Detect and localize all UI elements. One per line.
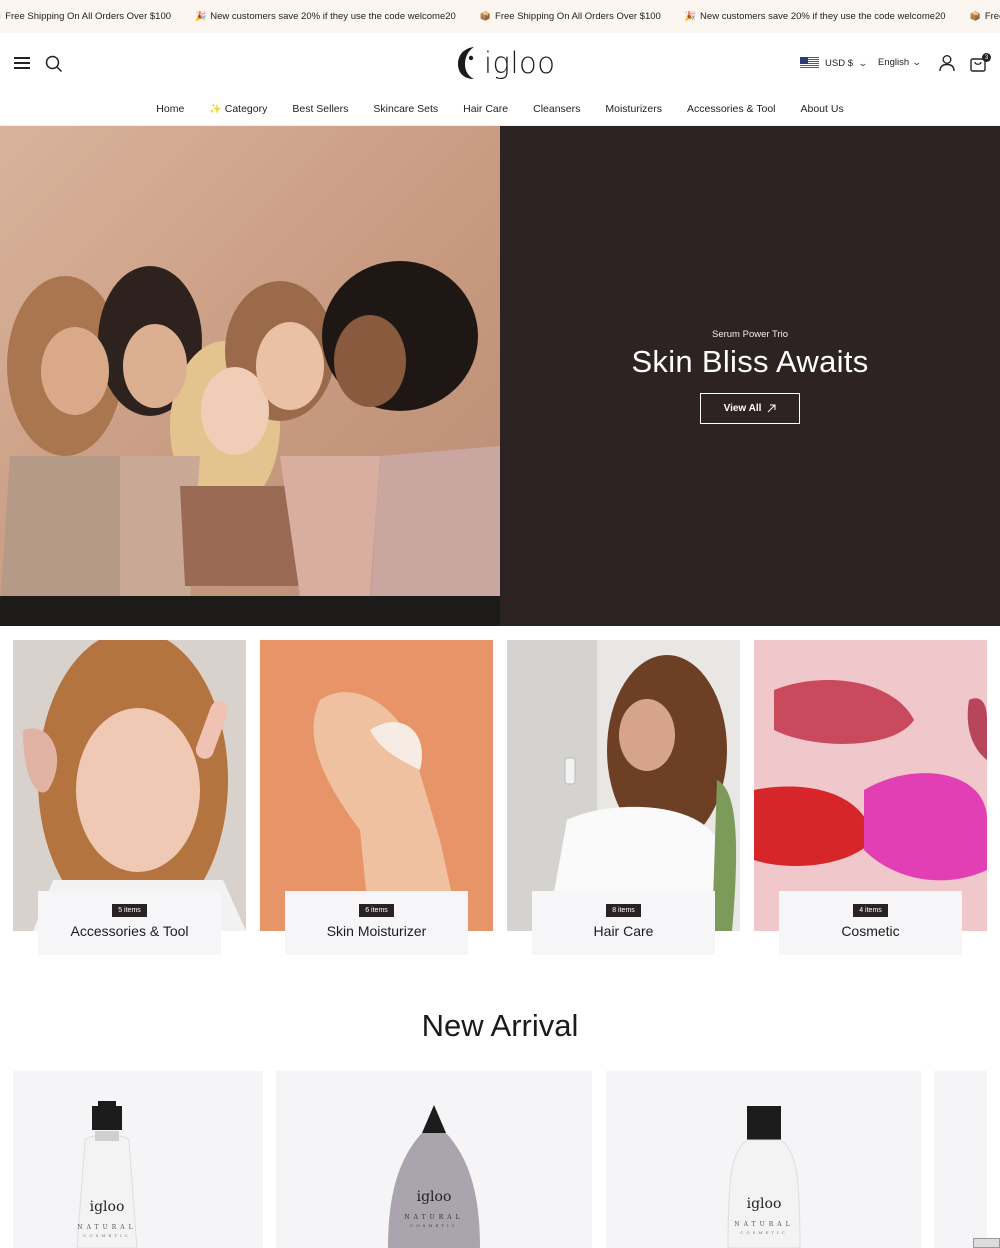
nav-item-hair-care[interactable]: Hair Care [463, 103, 508, 115]
package-icon: 📦 [0, 11, 1, 22]
category-grid: 5 items Accessories & Tool 6 items Skin … [0, 640, 1000, 960]
announcement-bar: 📦Free Shipping On All Orders Over $100 🎉… [0, 0, 1000, 33]
category-label-card[interactable]: 6 items Skin Moisturizer [285, 891, 468, 955]
svg-text:NATURAL: NATURAL [77, 1224, 136, 1231]
us-flag-icon [800, 57, 819, 69]
party-icon: 🎉 [195, 11, 207, 21]
sparkle-icon: ✨ [209, 103, 222, 115]
new-arrival-heading: New Arrival [421, 1008, 579, 1043]
nav-item-category[interactable]: ✨ Category [209, 103, 267, 115]
hero-panel: Serum Power Trio Skin Bliss Awaits View … [500, 126, 1000, 626]
category-image [754, 640, 987, 931]
language-label: English [878, 57, 910, 68]
announcement-item: 🎉 New customers save 20% if they use the … [684, 11, 946, 22]
account-icon[interactable] [938, 54, 956, 72]
arrow-up-right-icon [768, 404, 776, 413]
item-count-badge: 6 items [359, 904, 394, 917]
announcement-item: 📦Free Shipping On All Orders Over $100 [479, 11, 661, 22]
hero-banner: Serum Power Trio Skin Bliss Awaits View … [0, 126, 1000, 626]
nav-item-cleansers[interactable]: Cleansers [533, 103, 580, 115]
site-header: igloo USD $ ⌄ English ⌄ 3 [0, 33, 1000, 93]
logo-text: igloo [484, 46, 556, 80]
svg-text:COSMETIC: COSMETIC [83, 1233, 130, 1238]
main-nav: Home ✨ Category Best Sellers Skincare Set… [0, 93, 1000, 126]
announcement-item: 📦Free Shipping On All Orders Over $100 [0, 11, 171, 22]
category-name: Skin Moisturizer [326, 923, 427, 939]
category-card-cosmetic[interactable] [754, 640, 987, 931]
party-icon: 🎉 [684, 11, 697, 21]
svg-text:NATURAL: NATURAL [734, 1221, 793, 1228]
nav-item-accessories-tool[interactable]: Accessories & Tool [687, 103, 776, 115]
chevron-down-icon: ⌄ [912, 57, 922, 67]
category-label-card[interactable]: 4 items Cosmetic [779, 891, 962, 955]
product-card[interactable]: igloo NATURAL COSMETIC [606, 1071, 921, 1248]
svg-text:COSMETIC: COSMETIC [740, 1230, 787, 1235]
package-icon: 📦 [969, 11, 981, 21]
search-icon[interactable] [45, 55, 63, 73]
site-logo[interactable]: igloo [456, 43, 556, 83]
category-card-accessories[interactable] [13, 640, 246, 931]
package-icon: 📦 [479, 11, 492, 21]
item-count-badge: 8 items [606, 904, 641, 917]
category-image [507, 640, 740, 931]
product-card[interactable]: igloo NATURAL COSMETIC [13, 1071, 263, 1248]
svg-text:igloo: igloo [90, 1199, 125, 1215]
menu-icon[interactable] [14, 57, 30, 69]
view-all-button[interactable]: View All [700, 393, 800, 424]
hero-image [0, 126, 500, 626]
announcement-item: 🎉 New customers save 20% if they use the … [195, 11, 456, 22]
nav-item-best-sellers[interactable]: Best Sellers [292, 103, 348, 115]
category-card-hair-care[interactable] [507, 640, 740, 931]
nav-item-skincare-sets[interactable]: Skincare Sets [373, 103, 438, 115]
logo-mark-icon [458, 47, 474, 79]
category-image [13, 640, 246, 931]
svg-text:igloo: igloo [417, 1189, 452, 1205]
chevron-down-icon: ⌄ [857, 57, 868, 68]
product-card[interactable]: igloo NATURAL COSMETIC [276, 1071, 592, 1248]
hero-subtitle: Serum Power Trio [711, 329, 789, 340]
svg-text:igloo: igloo [747, 1196, 782, 1212]
language-selector[interactable]: English ⌄ [878, 57, 922, 68]
category-label-card[interactable]: 5 items Accessories & Tool [38, 891, 221, 955]
category-image [260, 640, 493, 931]
scroll-handle[interactable] [973, 1238, 1000, 1248]
item-count-badge: 4 items [853, 904, 888, 917]
category-name: Cosmetic [841, 923, 900, 939]
nav-item-home[interactable]: Home [156, 103, 184, 115]
category-name: Hair Care [593, 923, 654, 939]
product-image: igloo NATURAL COSMETIC [388, 1105, 480, 1248]
svg-text:COSMETIC: COSMETIC [410, 1223, 457, 1228]
currency-label: USD $ [825, 57, 853, 69]
product-card[interactable] [934, 1071, 987, 1248]
nav-item-moisturizers[interactable]: Moisturizers [605, 103, 662, 115]
announcement-item: 📦Free Sh [969, 11, 1000, 22]
category-label-card[interactable]: 8 items Hair Care [532, 891, 715, 955]
nav-item-about-us[interactable]: About Us [801, 103, 844, 115]
cart-count-badge: 3 [982, 53, 991, 62]
category-name: Accessories & Tool [70, 923, 189, 939]
item-count-badge: 5 items [112, 904, 147, 917]
product-image: igloo NATURAL COSMETIC [76, 1101, 138, 1248]
category-card-skin-moisturizer[interactable] [260, 640, 493, 931]
product-image: igloo NATURAL COSMETIC [727, 1106, 801, 1248]
hero-title: Skin Bliss Awaits [631, 344, 869, 379]
svg-text:NATURAL: NATURAL [404, 1214, 463, 1221]
currency-selector[interactable]: USD $ ⌄ [800, 57, 868, 69]
